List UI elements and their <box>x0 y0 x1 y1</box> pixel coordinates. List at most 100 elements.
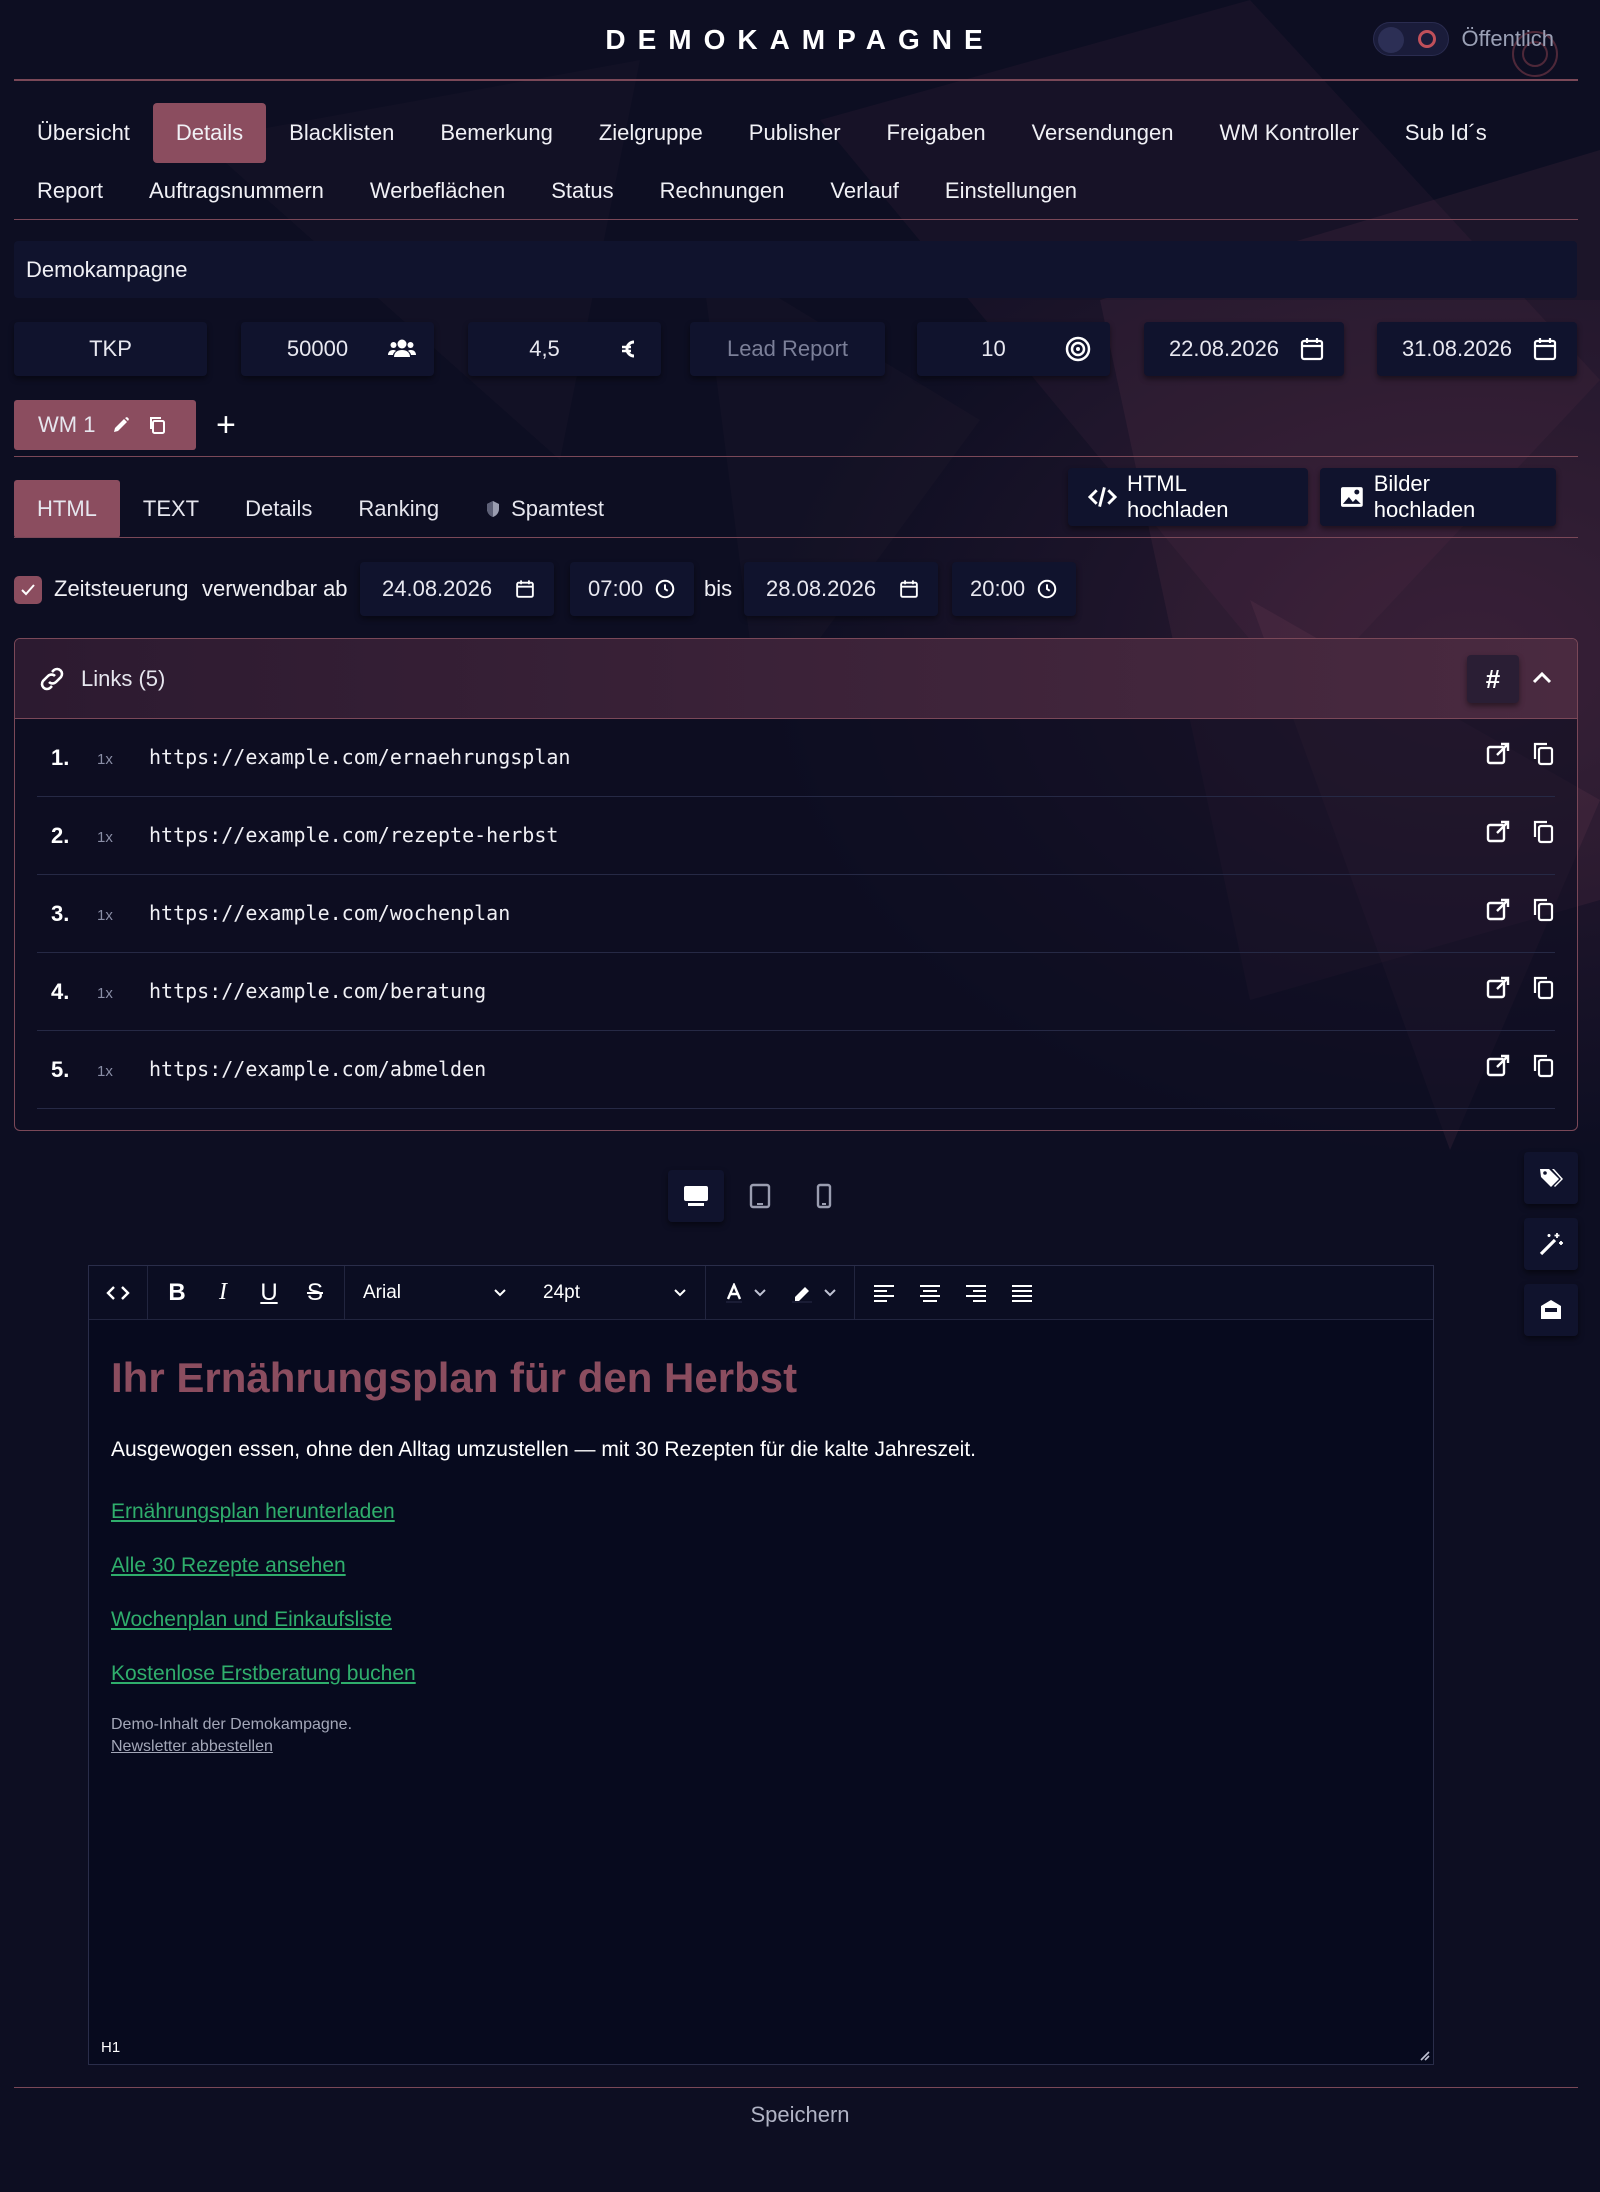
nav-tab[interactable]: Report <box>14 161 126 221</box>
content-tab[interactable]: Spamtest <box>462 480 627 538</box>
copy-icon[interactable] <box>1531 897 1555 923</box>
content-tab[interactable]: HTML <box>14 480 120 538</box>
copy-icon[interactable] <box>1531 1053 1555 1079</box>
font-size-select[interactable]: 24pt <box>525 1266 705 1320</box>
external-link-icon[interactable] <box>1485 897 1511 923</box>
toggle-switch[interactable] <box>1373 22 1450 56</box>
duplicate-icon[interactable] <box>147 415 167 435</box>
add-wm-icon[interactable]: + <box>216 408 236 442</box>
links-title: Links (5) <box>81 665 166 691</box>
from-date-input[interactable]: 24.08.2026 <box>360 562 554 616</box>
nav-tab[interactable]: Versendungen <box>1009 103 1197 163</box>
images-upload-button[interactable]: Bilder hochladen <box>1320 468 1556 526</box>
chevron-down-icon <box>824 1288 836 1296</box>
underline-button[interactable]: U <box>246 1272 292 1314</box>
inbox-preview-button[interactable] <box>1524 1284 1578 1336</box>
nav-tab[interactable]: Auftragsnummern <box>126 161 347 221</box>
nav-tab[interactable]: Übersicht <box>14 103 153 163</box>
nav-tab[interactable]: Zielgruppe <box>576 103 726 163</box>
nav-tab[interactable]: Verlauf <box>807 161 922 221</box>
shield-icon <box>487 501 500 517</box>
email-cta-link[interactable]: Ernährungsplan herunterladen <box>111 1500 1411 1524</box>
resize-handle-icon[interactable] <box>1417 2048 1431 2062</box>
unsubscribe-link[interactable]: Newsletter abbestellen <box>111 1738 1411 1756</box>
desktop-view-button[interactable] <box>668 1170 724 1222</box>
chevron-up-icon[interactable] <box>1527 663 1557 693</box>
volume-input[interactable]: 50000 <box>241 322 434 376</box>
tablet-view-button[interactable] <box>732 1170 788 1222</box>
magic-wand-button[interactable] <box>1524 1218 1578 1270</box>
hash-button[interactable]: # <box>1467 655 1519 703</box>
source-code-button[interactable] <box>95 1272 141 1314</box>
strikethrough-icon: S <box>306 1278 323 1306</box>
content-tab[interactable]: Details <box>222 480 335 538</box>
nav-tab[interactable]: Einstellungen <box>922 161 1100 221</box>
billing-model-select[interactable]: TKP <box>14 322 207 376</box>
nav-tab[interactable]: Sub Id´s <box>1382 103 1510 163</box>
nav-tab[interactable]: Details <box>152 103 267 163</box>
to-time-input[interactable]: 20:00 <box>952 562 1076 616</box>
code-icon <box>106 1285 130 1300</box>
nav-tab[interactable]: Werbeflächen <box>347 161 528 221</box>
link-number: 4. <box>51 979 70 1004</box>
font-family-select[interactable]: Arial <box>345 1266 525 1320</box>
nav-tab[interactable]: Bemerkung <box>417 103 576 163</box>
public-toggle[interactable]: Öffentlich <box>1373 22 1554 56</box>
italic-button[interactable]: I <box>200 1272 246 1314</box>
tags-button[interactable] <box>1524 1152 1578 1204</box>
scheduling-checkbox[interactable] <box>14 576 42 604</box>
external-link-icon[interactable] <box>1485 975 1511 1001</box>
inbox-icon <box>1541 1300 1561 1319</box>
email-cta-link[interactable]: Alle 30 Rezepte ansehen <box>111 1554 1411 1578</box>
nav-tab[interactable]: Rechnungen <box>637 161 808 221</box>
content-tab[interactable]: TEXT <box>120 480 222 538</box>
nav-tab[interactable]: WM Kontroller <box>1197 103 1382 163</box>
nav-tab[interactable]: Blacklisten <box>266 103 417 163</box>
lead-report-input[interactable]: Lead Report <box>690 322 885 376</box>
text-color-icon <box>726 1282 742 1303</box>
mobile-view-button[interactable] <box>796 1170 852 1222</box>
nav-tab[interactable]: Status <box>528 161 636 221</box>
external-link-icon[interactable] <box>1485 741 1511 767</box>
links-panel-header[interactable]: Links (5) # <box>15 639 1577 719</box>
external-link-icon[interactable] <box>1485 1053 1511 1079</box>
save-button[interactable]: Speichern <box>0 2102 1600 2128</box>
chevron-down-icon <box>754 1288 766 1296</box>
link-icon <box>40 667 64 690</box>
align-right-button[interactable] <box>953 1272 999 1314</box>
edit-pencil-icon[interactable] <box>111 415 131 435</box>
nav-row-1: Übersicht Details Blacklisten Bemerkung Ziel… <box>14 103 1574 163</box>
email-cta-link[interactable]: Kostenlose Erstberatung buchen <box>111 1662 1411 1686</box>
to-date-input[interactable]: 28.08.2026 <box>744 562 938 616</box>
justify-button[interactable] <box>999 1272 1045 1314</box>
target-input[interactable]: 10 <box>917 322 1110 376</box>
nav-tab[interactable]: Publisher <box>726 103 864 163</box>
html-upload-button[interactable]: HTML hochladen <box>1068 468 1308 526</box>
highlight-color-button[interactable] <box>780 1272 848 1314</box>
copy-icon[interactable] <box>1531 975 1555 1001</box>
link-url: https://example.com/beratung <box>149 979 487 1003</box>
wm-tab-1[interactable]: WM 1 <box>14 400 196 450</box>
campaign-name-input[interactable]: Demokampagne <box>14 241 1577 298</box>
nav-tab[interactable]: Freigaben <box>864 103 1009 163</box>
italic-icon: I <box>219 1279 227 1305</box>
email-cta-link[interactable]: Wochenplan und Einkaufsliste <box>111 1608 1411 1632</box>
bold-button[interactable]: B <box>154 1272 200 1314</box>
start-date-input[interactable]: 22.08.2026 <box>1144 322 1344 376</box>
from-time-input[interactable]: 07:00 <box>570 562 694 616</box>
content-tab[interactable]: Ranking <box>335 480 462 538</box>
end-date-input[interactable]: 31.08.2026 <box>1377 322 1577 376</box>
links-panel: Links (5) # 1. 1x https://example.com/erna… <box>14 638 1578 1131</box>
price-input[interactable]: 4,5 <box>468 322 661 376</box>
text-color-button[interactable] <box>712 1272 780 1314</box>
strikethrough-button[interactable]: S <box>292 1272 338 1314</box>
external-link-icon[interactable] <box>1485 819 1511 845</box>
editor-content[interactable]: Ihr Ernährungsplan für den Herbst Ausgew… <box>89 1320 1433 1790</box>
align-center-button[interactable] <box>907 1272 953 1314</box>
copy-icon[interactable] <box>1531 819 1555 845</box>
align-left-button[interactable] <box>861 1272 907 1314</box>
copy-icon[interactable] <box>1531 741 1555 767</box>
main-nav: Übersicht Details Blacklisten Bemerkung Ziel… <box>14 103 1574 221</box>
usable-from-label: verwendbar ab <box>202 576 348 601</box>
device-switch <box>668 1170 852 1222</box>
